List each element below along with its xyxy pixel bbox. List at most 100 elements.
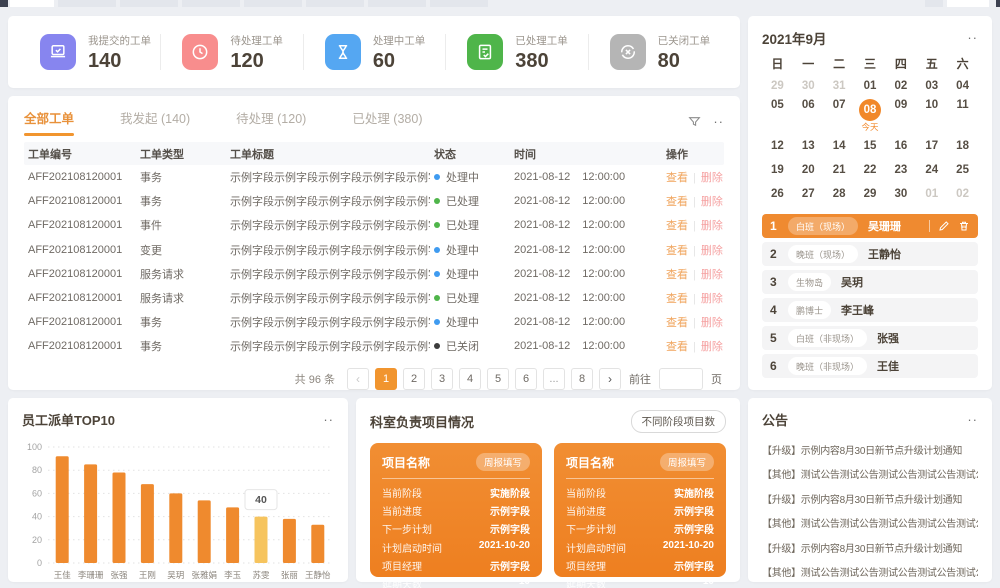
tab-order[interactable]: 我发起 (140): [120, 108, 190, 136]
calendar-day[interactable]: 10: [916, 98, 947, 134]
top-tab[interactable]: [244, 0, 302, 7]
top-tab[interactable]: [120, 0, 178, 7]
filter-funnel-icon[interactable]: [688, 115, 701, 128]
calendar-day[interactable]: 28: [824, 182, 855, 206]
calendar-day[interactable]: 01: [916, 182, 947, 206]
weekly-report-button[interactable]: 周报填写: [476, 453, 530, 471]
calendar-day[interactable]: 23: [885, 158, 916, 182]
calendar-day[interactable]: 05: [762, 98, 793, 134]
calendar-day[interactable]: 15: [855, 134, 886, 158]
delete-link[interactable]: 删除: [701, 317, 723, 329]
top-tab[interactable]: [947, 0, 989, 7]
calendar-day[interactable]: 07: [824, 98, 855, 134]
notices-more-icon[interactable]: ··: [967, 416, 978, 424]
shift-row[interactable]: 5白班（非现场）张强: [762, 326, 978, 350]
calendar-day[interactable]: 14: [824, 134, 855, 158]
calendar-day[interactable]: 27: [793, 182, 824, 206]
calendar-day[interactable]: 16: [885, 134, 916, 158]
calendar-day[interactable]: 26: [762, 182, 793, 206]
notice-link[interactable]: 【其他】测试公告测试公告测试公告测试公告测试公告: [762, 511, 978, 536]
calendar-day[interactable]: 19: [762, 158, 793, 182]
calendar-day[interactable]: 21: [824, 158, 855, 182]
view-link[interactable]: 查看: [666, 341, 688, 353]
calendar-more-icon[interactable]: ··: [967, 34, 978, 42]
calendar-day[interactable]: 03: [916, 74, 947, 98]
weekly-report-button[interactable]: 周报填写: [660, 453, 714, 471]
calendar-day[interactable]: 30: [885, 182, 916, 206]
calendar-day[interactable]: 06: [793, 98, 824, 134]
calendar-day[interactable]: 02: [885, 74, 916, 98]
prev-page-button[interactable]: ‹: [347, 368, 369, 390]
calendar-day[interactable]: 13: [793, 134, 824, 158]
calendar-day[interactable]: 30: [793, 74, 824, 98]
tab-active[interactable]: 全部工单: [24, 108, 74, 136]
notice-link[interactable]: 【其他】测试公告测试公告测试公告测试公告测试公告: [762, 462, 978, 487]
page-button[interactable]: 2: [403, 368, 425, 390]
view-link[interactable]: 查看: [666, 269, 688, 281]
calendar-day[interactable]: 31: [824, 74, 855, 98]
delete-link[interactable]: 删除: [701, 172, 723, 184]
calendar-day[interactable]: 29: [762, 74, 793, 98]
top-tab[interactable]: [306, 0, 364, 7]
stage-count-button[interactable]: 不同阶段项目数: [631, 410, 727, 433]
delete-link[interactable]: 删除: [701, 196, 723, 208]
view-link[interactable]: 查看: [666, 196, 688, 208]
delete-link[interactable]: 删除: [701, 293, 723, 305]
shift-row[interactable]: 1白班（现场）吴珊珊: [762, 214, 978, 238]
shift-row[interactable]: 4鹏博士李王峰: [762, 298, 978, 322]
calendar-day[interactable]: 01: [855, 74, 886, 98]
shift-row[interactable]: 2晚班（现场）王静怡: [762, 242, 978, 266]
page-button[interactable]: 1: [375, 368, 397, 390]
top-tab[interactable]: [10, 0, 54, 7]
view-link[interactable]: 查看: [666, 220, 688, 232]
page-button[interactable]: 3: [431, 368, 453, 390]
view-link[interactable]: 查看: [666, 317, 688, 329]
delete-link[interactable]: 删除: [701, 220, 723, 232]
top-tab[interactable]: [430, 0, 488, 7]
top-tab[interactable]: [925, 0, 943, 7]
calendar-day[interactable]: 04: [947, 74, 978, 98]
calendar-day[interactable]: 29: [855, 182, 886, 206]
orders-more-icon[interactable]: ··: [713, 119, 724, 125]
chart-more-icon[interactable]: ··: [323, 416, 334, 424]
pencil-icon[interactable]: [938, 220, 950, 232]
notice-link[interactable]: 【升级】示例内容8月30日新节点升级计划通知: [762, 486, 978, 511]
tab-order[interactable]: 已处理 (380): [352, 108, 422, 136]
calendar-day[interactable]: 12: [762, 134, 793, 158]
top-tab[interactable]: [0, 0, 8, 7]
tab-order[interactable]: 待处理 (120): [236, 108, 306, 136]
shift-row[interactable]: 3生物岛吴玥: [762, 270, 978, 294]
calendar-day-today[interactable]: 08今天: [855, 98, 886, 134]
page-button[interactable]: 6: [515, 368, 537, 390]
page-button[interactable]: 5: [487, 368, 509, 390]
calendar-day[interactable]: 24: [916, 158, 947, 182]
calendar-day[interactable]: 11: [947, 98, 978, 134]
delete-link[interactable]: 删除: [701, 269, 723, 281]
view-link[interactable]: 查看: [666, 245, 688, 257]
calendar-day[interactable]: 22: [855, 158, 886, 182]
page-ellipsis[interactable]: ...: [543, 368, 565, 390]
calendar-day[interactable]: 09: [885, 98, 916, 134]
top-tab[interactable]: [996, 0, 1000, 7]
calendar-day[interactable]: 17: [916, 134, 947, 158]
next-page-button[interactable]: ›: [599, 368, 621, 390]
delete-link[interactable]: 删除: [701, 341, 723, 353]
delete-link[interactable]: 删除: [701, 245, 723, 257]
shift-row[interactable]: 6晚班（非现场）王佳: [762, 354, 978, 378]
calendar-day[interactable]: 25: [947, 158, 978, 182]
top-tab[interactable]: [368, 0, 426, 7]
calendar-day[interactable]: 18: [947, 134, 978, 158]
page-button[interactable]: 8: [571, 368, 593, 390]
top-tab[interactable]: [182, 0, 240, 7]
top-tab[interactable]: [58, 0, 116, 7]
view-link[interactable]: 查看: [666, 172, 688, 184]
calendar-day[interactable]: 20: [793, 158, 824, 182]
trash-icon[interactable]: [958, 220, 970, 232]
notice-link[interactable]: 【升级】示例内容8月30日新节点升级计划通知: [762, 535, 978, 560]
calendar-day[interactable]: 02: [947, 182, 978, 206]
view-link[interactable]: 查看: [666, 293, 688, 305]
notice-link[interactable]: 【其他】测试公告测试公告测试公告测试公告测试公告: [762, 560, 978, 585]
page-button[interactable]: 4: [459, 368, 481, 390]
notice-link[interactable]: 【升级】示例内容8月30日新节点升级计划通知: [762, 437, 978, 462]
goto-page-input[interactable]: [659, 368, 703, 390]
